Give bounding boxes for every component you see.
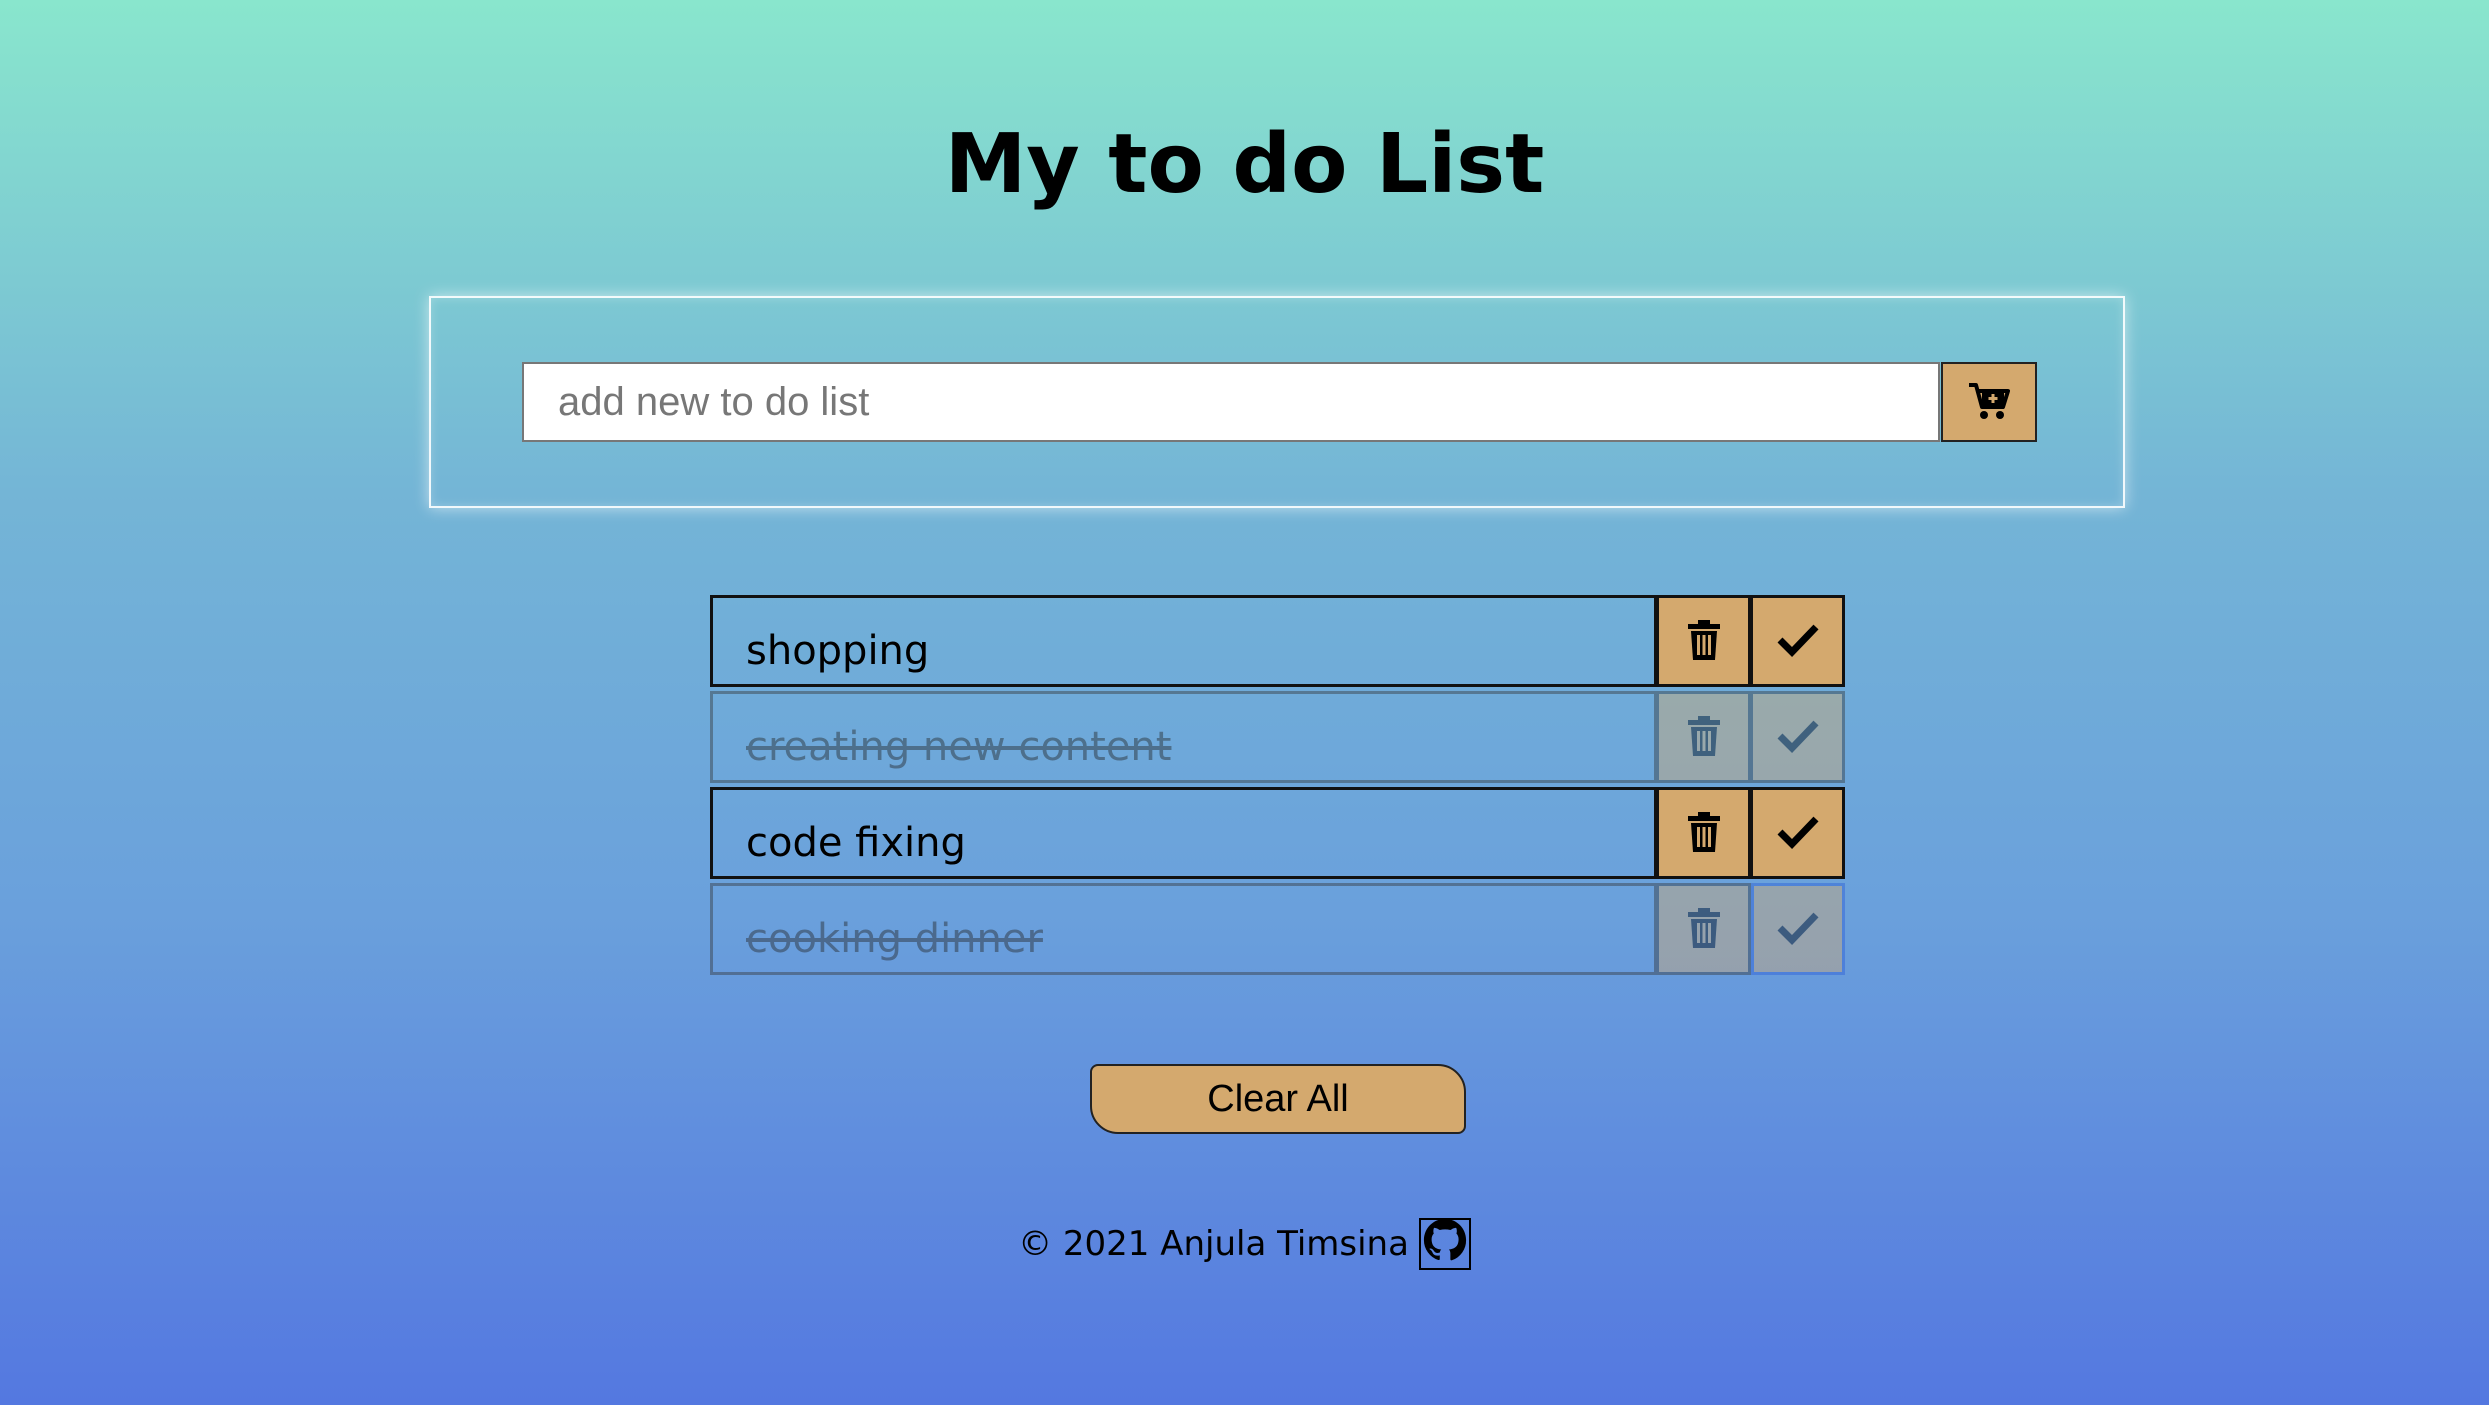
- add-todo-panel: [429, 296, 2125, 508]
- add-todo-button[interactable]: [1941, 362, 2037, 442]
- trash-icon: [1687, 715, 1721, 759]
- check-icon: [1777, 719, 1819, 756]
- todo-text: cooking dinner: [710, 883, 1657, 975]
- new-todo-input[interactable]: [522, 362, 1940, 442]
- check-icon: [1777, 911, 1819, 948]
- complete-button[interactable]: [1751, 883, 1845, 975]
- page-title: My to do List: [944, 117, 1545, 212]
- delete-button[interactable]: [1657, 883, 1751, 975]
- clear-all-button[interactable]: Clear All: [1090, 1064, 1466, 1134]
- github-link[interactable]: [1418, 1218, 1471, 1271]
- github-icon: [1423, 1218, 1467, 1271]
- complete-button[interactable]: [1751, 787, 1845, 879]
- check-icon: [1777, 815, 1819, 852]
- todo-item: shopping: [710, 595, 1845, 687]
- check-icon: [1777, 623, 1819, 660]
- trash-icon: [1687, 907, 1721, 951]
- todo-text: creating new content: [710, 691, 1657, 783]
- complete-button[interactable]: [1751, 691, 1845, 783]
- todo-item: creating new content: [710, 691, 1845, 783]
- delete-button[interactable]: [1657, 595, 1751, 687]
- todo-list: shopping creating new content code fixin…: [710, 595, 1845, 979]
- delete-button[interactable]: [1657, 691, 1751, 783]
- todo-item: code fixing: [710, 787, 1845, 879]
- delete-button[interactable]: [1657, 787, 1751, 879]
- complete-button[interactable]: [1751, 595, 1845, 687]
- trash-icon: [1687, 619, 1721, 663]
- trash-icon: [1687, 811, 1721, 855]
- todo-text: code fixing: [710, 787, 1657, 879]
- cart-plus-icon: [1967, 381, 2011, 424]
- todo-item: cooking dinner: [710, 883, 1845, 975]
- todo-text: shopping: [710, 595, 1657, 687]
- copyright-text: © 2021 Anjula Timsina: [1018, 1224, 1409, 1264]
- footer: © 2021 Anjula Timsina: [0, 1218, 2489, 1270]
